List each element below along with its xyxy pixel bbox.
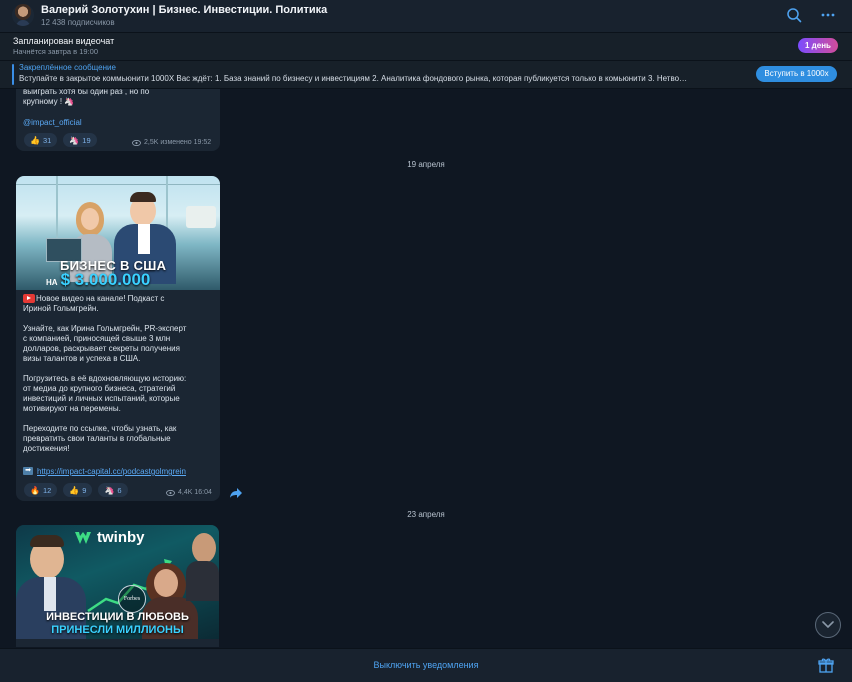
image-caption-line2: ПРИНЕСЛИ МИЛЛИОНЫ xyxy=(51,624,184,636)
channel-avatar[interactable] xyxy=(12,4,34,26)
scroll-to-bottom-button[interactable] xyxy=(815,612,841,638)
chat-header: Валерий Золотухин | Бизнес. Инвестиции. … xyxy=(0,0,852,33)
subscriber-count: 12 438 подписчиков xyxy=(41,18,115,27)
post-image-twinby[interactable]: twinby Forbes ИНВЕСТИЦИИ В ЛЮБОВЬ ПРИНЕС… xyxy=(16,525,219,639)
message-bubble[interactable]: выиграть хотя бы один раз , но по крупно… xyxy=(16,89,220,151)
image-caption-line1: ИНВЕСТИЦИИ В ЛЮБОВЬ xyxy=(46,611,189,623)
reaction-thumbs-up[interactable]: 👍 9 xyxy=(63,483,93,497)
pinned-indicator xyxy=(12,64,14,85)
channel-title[interactable]: Валерий Золотухин | Бизнес. Инвестиции. … xyxy=(41,4,327,16)
message-bubble[interactable]: twinby Forbes ИНВЕСТИЦИИ В ЛЮБОВЬ ПРИНЕС… xyxy=(16,525,219,647)
pinned-label: Закреплённое сообщение xyxy=(19,63,116,72)
gift-icon[interactable] xyxy=(818,657,834,673)
pinned-message-bar[interactable]: Закреплённое сообщение Вступайте в закры… xyxy=(0,61,852,89)
pinned-text: Вступайте в закрытое коммьюнити 1000X Ва… xyxy=(19,74,688,83)
reactions: 👍 31 🦄 19 xyxy=(24,133,97,147)
mute-notifications-button[interactable]: Выключить уведомления xyxy=(0,660,852,670)
reaction-unicorn[interactable]: 🦄 6 xyxy=(98,483,128,497)
message-bubble[interactable]: БИЗНЕС В США НА $ 3.000.000 Новое видео … xyxy=(16,176,220,501)
bottom-bar: Выключить уведомления xyxy=(0,648,852,682)
join-community-button[interactable]: Вступить в 1000x xyxy=(756,66,837,82)
views-icon xyxy=(132,139,141,146)
link-arrow-icon: ➡ xyxy=(23,467,33,475)
image-caption-prefix: НА xyxy=(46,278,58,287)
share-icon[interactable] xyxy=(229,487,243,499)
image-caption-line2: $ 3.000.000 xyxy=(60,270,151,289)
reaction-fire[interactable]: 🔥 12 xyxy=(24,483,58,497)
reaction-thumbs-up[interactable]: 👍 31 xyxy=(24,133,58,147)
more-options-icon[interactable] xyxy=(820,7,836,23)
search-icon[interactable] xyxy=(786,7,802,23)
chevron-down-icon xyxy=(822,621,834,629)
countdown-badge[interactable]: 1 день xyxy=(798,38,838,53)
twinby-logo-icon xyxy=(75,531,91,544)
message-text: выиграть хотя бы один раз , но по крупно… xyxy=(23,89,150,106)
podcast-link[interactable]: https://impact-capital.cc/podcastgolmgre… xyxy=(37,467,186,476)
message-feed[interactable]: выиграть хотя бы один раз , но по крупно… xyxy=(0,89,852,647)
message-meta: 4,4K 16:04 xyxy=(166,489,212,496)
brand-name: twinby xyxy=(97,529,145,546)
reaction-unicorn[interactable]: 🦄 19 xyxy=(63,133,97,147)
reactions: 🔥 12 👍 9 🦄 6 xyxy=(24,483,128,497)
message-text: Новое видео на канале! Подкаст с Ириной … xyxy=(23,294,187,453)
date-separator: 19 апреля xyxy=(407,160,445,169)
message-meta: 2,5K изменено 19:52 xyxy=(132,139,211,146)
date-separator: 23 апреля xyxy=(407,510,445,519)
post-image-podcast[interactable]: БИЗНЕС В США НА $ 3.000.000 xyxy=(16,176,220,290)
views-icon xyxy=(166,489,175,496)
scheduled-videochat-banner[interactable]: Запланирован видеочат Начнётся завтра в … xyxy=(0,33,852,61)
scheduled-subtitle: Начнётся завтра в 19:00 xyxy=(13,47,99,56)
forbes-badge: Forbes xyxy=(118,585,146,613)
scheduled-title: Запланирован видеочат xyxy=(13,36,115,46)
mention-link[interactable]: @impact_official xyxy=(23,118,82,127)
